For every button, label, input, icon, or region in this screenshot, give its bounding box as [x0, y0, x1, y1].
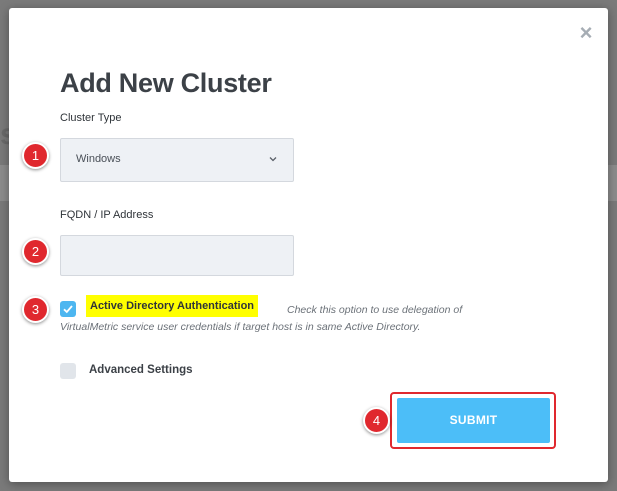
chevron-down-icon: [269, 157, 277, 162]
background-bar: [608, 165, 617, 201]
step-badge-3: 3: [22, 296, 49, 323]
step-badge-2: 2: [22, 238, 49, 265]
fqdn-label: FQDN / IP Address: [60, 209, 154, 221]
close-icon[interactable]: ×: [578, 22, 594, 44]
background-bar: [0, 165, 9, 201]
step-badge-4: 4: [363, 407, 390, 434]
cluster-type-value: Windows: [76, 153, 121, 165]
advanced-settings-label: Advanced Settings: [89, 364, 193, 376]
fqdn-input[interactable]: [60, 235, 294, 276]
submit-button[interactable]: SUBMIT: [397, 398, 550, 443]
cluster-type-select[interactable]: Windows: [60, 138, 294, 182]
check-icon: [63, 305, 73, 314]
advanced-settings-checkbox[interactable]: [60, 363, 76, 379]
cluster-type-label: Cluster Type: [60, 112, 122, 124]
active-directory-description-line2: VirtualMetric service user credentials i…: [60, 321, 421, 333]
active-directory-description: Check this option to use delegation of: [287, 304, 463, 316]
dialog-title: Add New Cluster: [60, 68, 272, 98]
step-badge-1: 1: [22, 142, 49, 169]
active-directory-checkbox[interactable]: [60, 301, 76, 317]
active-directory-label: Active Directory Authentication: [86, 295, 259, 317]
